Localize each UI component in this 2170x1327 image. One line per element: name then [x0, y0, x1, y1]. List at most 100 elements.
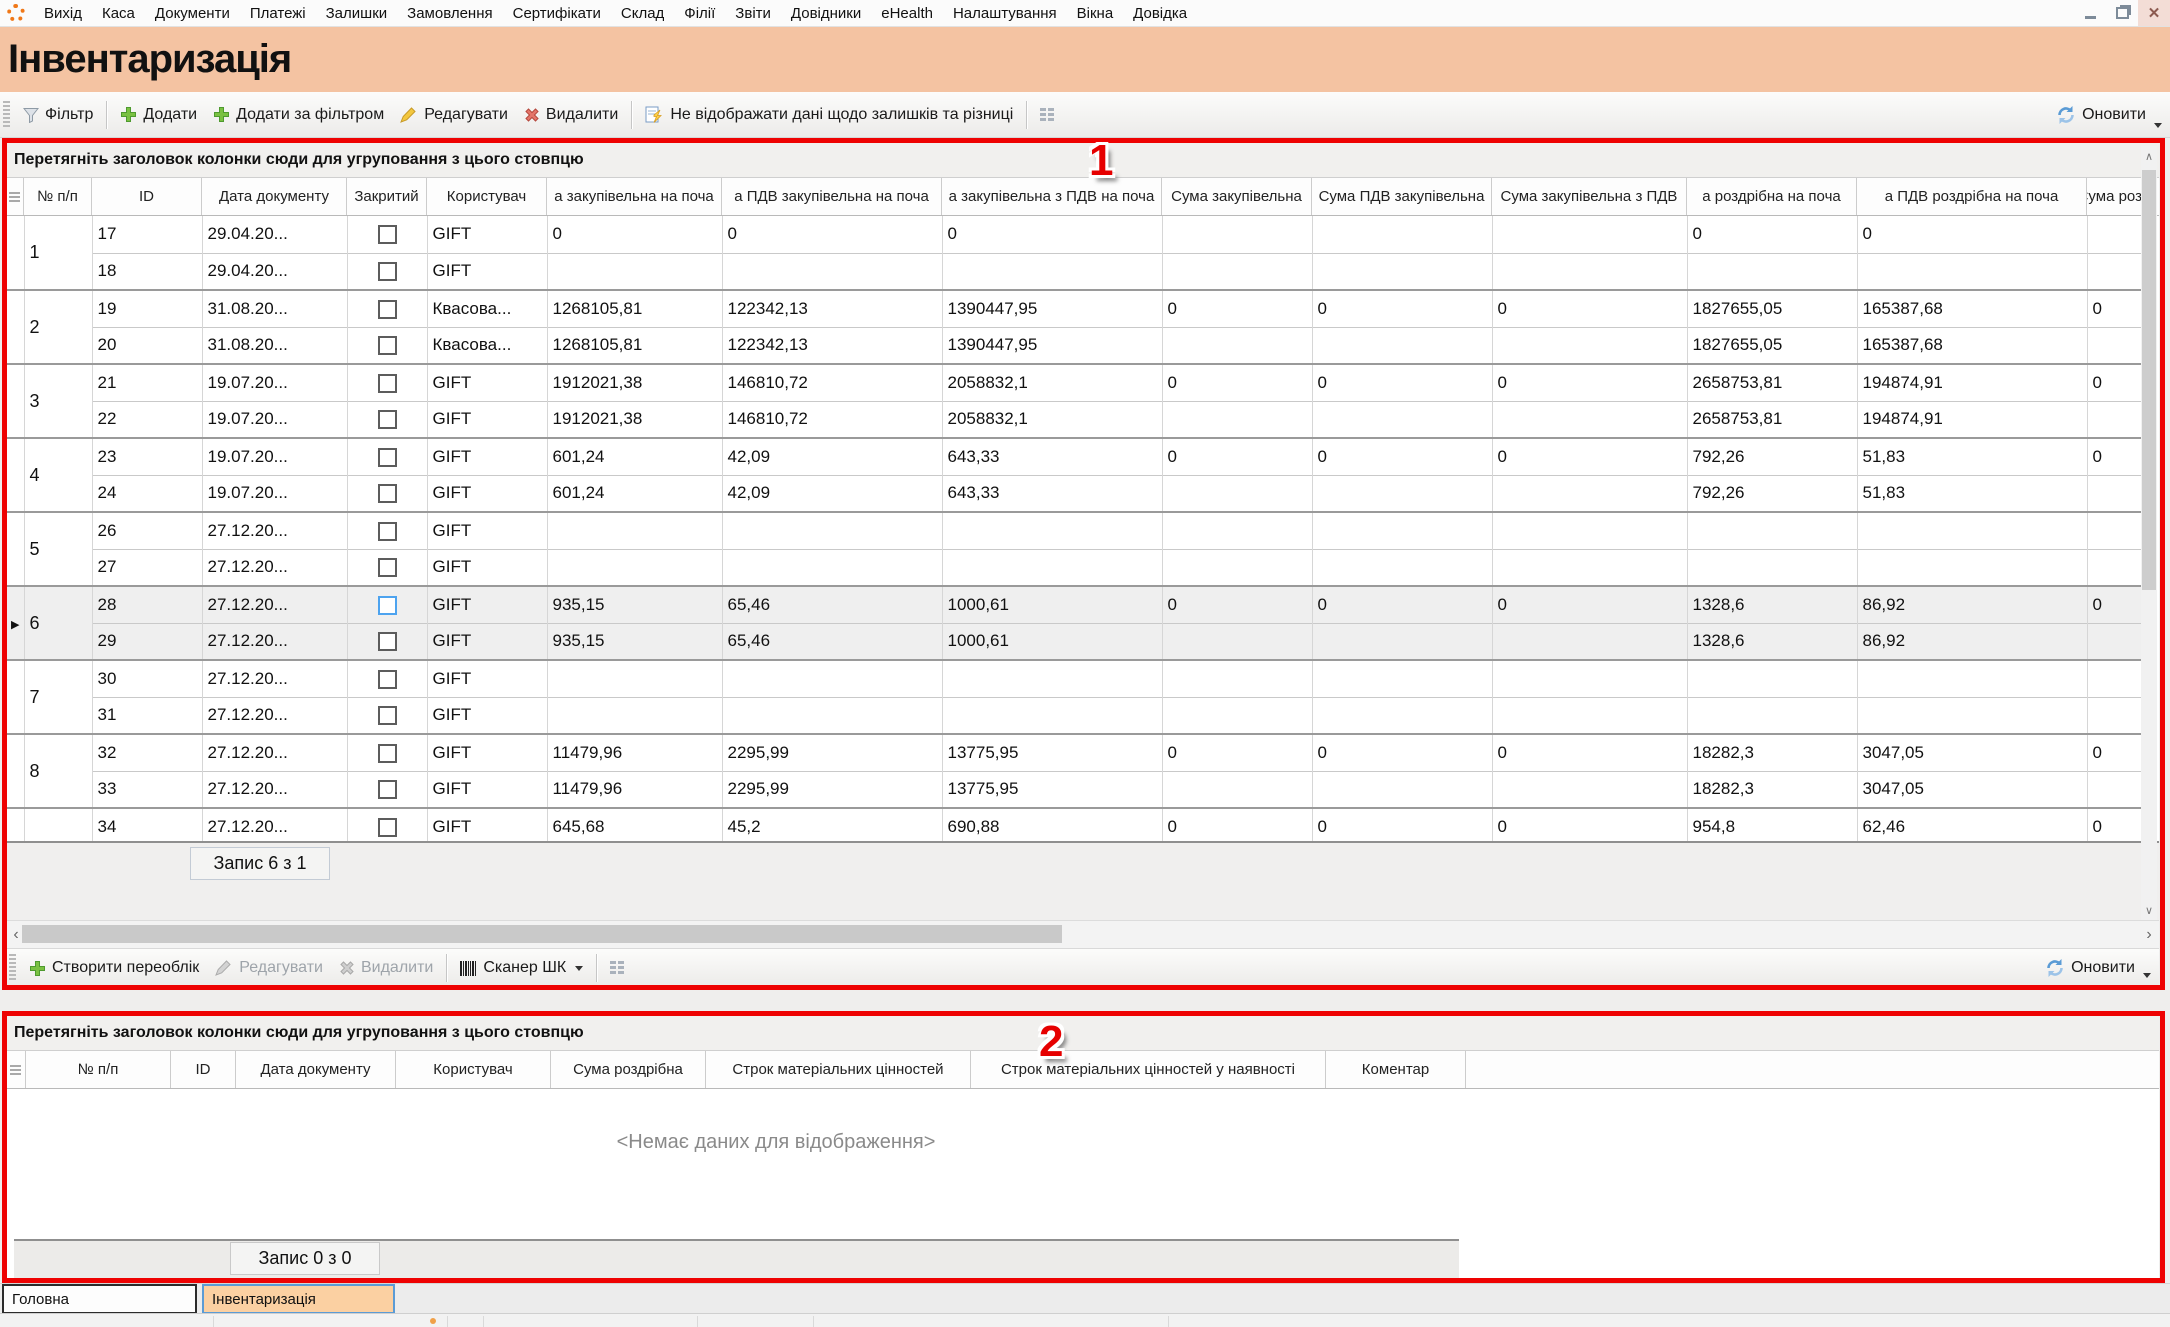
table-row[interactable]: 73027.12.20...GIFT [6, 660, 2142, 697]
menu-item-directories[interactable]: Довідники [781, 5, 871, 22]
value-cell[interactable] [547, 253, 722, 290]
column-header-material-values[interactable]: Строк матеріальних цінностей [706, 1051, 971, 1088]
closed-checkbox[interactable] [378, 336, 397, 355]
date-cell[interactable]: 27.12.20... [202, 512, 347, 549]
value-cell[interactable]: 62,46 [1857, 808, 2087, 841]
column-header-retail-start[interactable]: а роздрібна на поча [1687, 178, 1857, 215]
table-row[interactable]: 3427.12.20...GIFT645,6845,2690,88000954,… [6, 808, 2142, 841]
value-cell[interactable]: 0 [942, 216, 1162, 253]
menu-item-payments[interactable]: Платежі [240, 5, 316, 22]
value-cell[interactable] [1162, 475, 1312, 512]
value-cell[interactable] [1162, 401, 1312, 438]
closed-cell[interactable] [347, 586, 427, 623]
user-cell[interactable]: GIFT [427, 512, 547, 549]
value-cell[interactable] [1162, 327, 1312, 364]
value-cell[interactable]: 0 [1857, 216, 2087, 253]
value-cell[interactable] [1492, 660, 1687, 697]
closed-checkbox[interactable] [378, 558, 397, 577]
value-cell[interactable] [1492, 512, 1687, 549]
date-cell[interactable]: 19.07.20... [202, 364, 347, 401]
group-by-panel[interactable]: Перетягніть заголовок колонки сюди для у… [6, 142, 2159, 178]
column-header-npp[interactable]: № п/п [26, 1051, 171, 1088]
value-cell[interactable]: 601,24 [547, 475, 722, 512]
user-cell[interactable]: GIFT [427, 438, 547, 475]
closed-cell[interactable] [347, 734, 427, 771]
value-cell[interactable]: 792,26 [1687, 475, 1857, 512]
restore-button[interactable] [2106, 0, 2138, 26]
table-row[interactable]: 2031.08.20...Квасова...1268105,81122342,… [6, 327, 2142, 364]
value-cell[interactable] [1492, 697, 1687, 734]
value-cell[interactable]: 0 [1312, 290, 1492, 327]
value-cell[interactable] [547, 549, 722, 586]
value-cell[interactable]: 11479,96 [547, 734, 722, 771]
value-cell[interactable] [1492, 549, 1687, 586]
value-cell[interactable]: 0 [1492, 586, 1687, 623]
table-row[interactable]: 11729.04.20...GIFT00000 [6, 216, 2142, 253]
value-cell[interactable]: 645,68 [547, 808, 722, 841]
value-cell[interactable] [722, 660, 942, 697]
value-cell[interactable] [1492, 623, 1687, 660]
horizontal-scrollbar[interactable]: ‹ › [6, 920, 2159, 948]
user-cell[interactable]: GIFT [427, 253, 547, 290]
value-cell[interactable]: 51,83 [1857, 438, 2087, 475]
column-header-retail-sum[interactable]: Сума роздрібна [551, 1051, 706, 1088]
user-cell[interactable]: GIFT [427, 475, 547, 512]
value-cell[interactable] [1312, 253, 1492, 290]
value-cell[interactable] [1857, 512, 2087, 549]
value-cell[interactable]: 2058832,1 [942, 364, 1162, 401]
value-cell[interactable] [1162, 549, 1312, 586]
scroll-down-arrow-icon[interactable]: ∨ [2141, 900, 2157, 920]
add-by-filter-button[interactable]: Додати за фільтром [205, 99, 392, 131]
value-cell[interactable]: 51,83 [1857, 475, 2087, 512]
column-header-vat-purchase-start[interactable]: а ПДВ закупівельна на поча [722, 178, 942, 215]
menu-item-exit[interactable]: Вихід [34, 5, 92, 22]
date-cell[interactable]: 27.12.20... [202, 697, 347, 734]
column-header-comment[interactable]: Коментар [1326, 1051, 1466, 1088]
value-cell[interactable] [942, 512, 1162, 549]
value-cell[interactable]: 0 [1687, 216, 1857, 253]
toolbar-overflow-caret-icon[interactable] [2143, 973, 2151, 978]
column-header-date[interactable]: Дата документу [202, 178, 347, 215]
closed-cell[interactable] [347, 660, 427, 697]
value-cell[interactable] [722, 697, 942, 734]
value-cell[interactable]: 792,26 [1687, 438, 1857, 475]
vscroll-thumb[interactable] [2142, 170, 2156, 590]
closed-cell[interactable] [347, 216, 427, 253]
id-cell[interactable]: 31 [92, 697, 202, 734]
value-cell[interactable]: 0 [1492, 734, 1687, 771]
value-cell[interactable]: 1912021,38 [547, 364, 722, 401]
value-cell[interactable]: 194874,91 [1857, 364, 2087, 401]
id-cell[interactable]: 24 [92, 475, 202, 512]
column-header-id[interactable]: ID [171, 1051, 236, 1088]
value-cell[interactable]: 2658753,81 [1687, 364, 1857, 401]
value-cell[interactable] [1312, 475, 1492, 512]
date-cell[interactable]: 19.07.20... [202, 475, 347, 512]
add-button[interactable]: Додати [112, 99, 205, 131]
value-cell[interactable]: 935,15 [547, 586, 722, 623]
value-cell[interactable] [1162, 660, 1312, 697]
toolbar-grip[interactable] [3, 101, 10, 129]
value-cell[interactable]: 0 [1492, 364, 1687, 401]
column-header-user[interactable]: Користувач [427, 178, 547, 215]
id-cell[interactable]: 33 [92, 771, 202, 808]
recount-delete-button[interactable]: Видалити [331, 952, 441, 984]
value-cell[interactable] [1857, 697, 2087, 734]
value-cell[interactable] [2087, 697, 2142, 734]
column-header-id[interactable]: ID [92, 178, 202, 215]
id-cell[interactable]: 29 [92, 623, 202, 660]
value-cell[interactable] [2087, 475, 2142, 512]
value-cell[interactable]: 0 [1312, 808, 1492, 841]
value-cell[interactable]: 65,46 [722, 623, 942, 660]
closed-cell[interactable] [347, 401, 427, 438]
closed-checkbox[interactable] [378, 225, 397, 244]
value-cell[interactable]: 0 [2087, 586, 2142, 623]
value-cell[interactable] [1312, 512, 1492, 549]
table-row[interactable]: ▶62827.12.20...GIFT935,1565,461000,61000… [6, 586, 2142, 623]
value-cell[interactable]: 0 [722, 216, 942, 253]
value-cell[interactable] [1687, 697, 1857, 734]
vertical-scrollbar[interactable]: ∧ ∨ [2141, 146, 2157, 920]
date-cell[interactable]: 29.04.20... [202, 216, 347, 253]
value-cell[interactable] [1492, 327, 1687, 364]
closed-checkbox[interactable] [378, 744, 397, 763]
table-row[interactable]: 83227.12.20...GIFT11479,962295,9913775,9… [6, 734, 2142, 771]
